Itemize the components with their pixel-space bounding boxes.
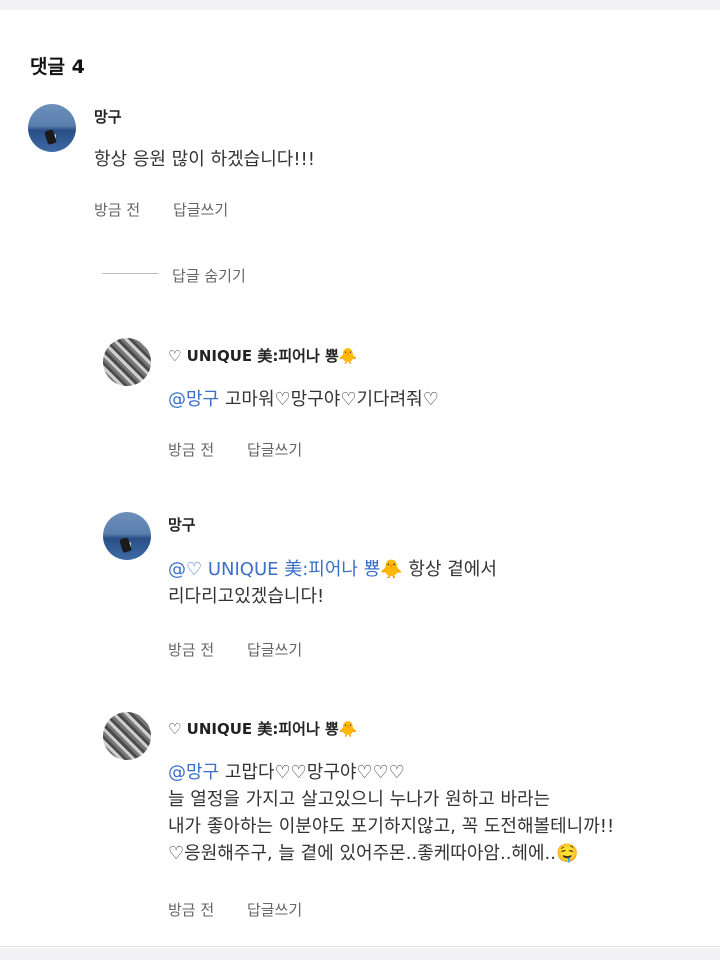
avatar[interactable]: [28, 104, 76, 152]
thread-divider: [102, 273, 158, 274]
comment-time: 방금 전: [94, 201, 141, 219]
top-separator: [0, 0, 720, 10]
comment-author[interactable]: 망구: [94, 106, 122, 127]
mention-link[interactable]: @망구: [168, 389, 219, 410]
reply-text-line: 늘 열정을 가지고 살고있으니 누나가 원하고 바라는: [168, 789, 551, 810]
reply-time: 방금 전: [168, 441, 215, 459]
mention-link[interactable]: @망구: [168, 762, 219, 783]
comments-header: 댓글 4: [30, 56, 85, 78]
reply-author[interactable]: ♡ UNIQUE 美:피어나 뿅🐥: [168, 345, 357, 366]
reply-text-line: 고마워♡망구야♡기다려줘♡: [219, 389, 439, 410]
bottom-divider: [0, 946, 720, 947]
reply-text-line: ♡응원해주구, 늘 곁에 있어주몬..좋케따아암..헤에..🤤: [168, 843, 579, 864]
avatar[interactable]: [103, 512, 151, 560]
mention-link[interactable]: @♡ UNIQUE 美:피어나 뿅🐥: [168, 559, 403, 580]
reply-text: @망구 고맙다♡♡망구야♡♡♡ 늘 열정을 가지고 살고있으니 누나가 원하고 …: [168, 759, 614, 867]
avatar[interactable]: [103, 338, 151, 386]
reply-text-line: 고맙다♡♡망구야♡♡♡: [219, 762, 405, 783]
reply-text-line: 리다리고있겠습니다!: [168, 586, 325, 607]
reply-time: 방금 전: [168, 901, 215, 919]
reply-author[interactable]: ♡ UNIQUE 美:피어나 뿅🐥: [168, 718, 357, 739]
reply-text: @♡ UNIQUE 美:피어나 뿅🐥 항상 곁에서 리다리고있겠습니다!: [168, 556, 497, 610]
reply-text-line: 내가 좋아하는 이분야도 포기하지않고, 꼭 도전해볼테니까!!: [168, 816, 615, 837]
bottom-separator: [0, 948, 720, 960]
reply-text-line: 항상 곁에서: [402, 559, 497, 580]
comment-meta: 방금 전 답글쓰기: [94, 199, 256, 220]
reply-time: 방금 전: [168, 641, 215, 659]
reply-button[interactable]: 답글쓰기: [247, 441, 302, 459]
reply-button[interactable]: 답글쓰기: [173, 201, 228, 219]
comment-text: 항상 응원 많이 하겠습니다!!!: [94, 149, 315, 170]
reply-text: @망구 고마워♡망구야♡기다려줘♡: [168, 386, 439, 413]
reply-meta: 방금 전 답글쓰기: [168, 899, 330, 920]
reply-button[interactable]: 답글쓰기: [247, 901, 302, 919]
reply-meta: 방금 전 답글쓰기: [168, 639, 330, 660]
hide-replies-button[interactable]: 답글 숨기기: [172, 265, 246, 286]
reply-meta: 방금 전 답글쓰기: [168, 439, 330, 460]
reply-author[interactable]: 망구: [168, 514, 196, 535]
reply-button[interactable]: 답글쓰기: [247, 641, 302, 659]
avatar[interactable]: [103, 712, 151, 760]
